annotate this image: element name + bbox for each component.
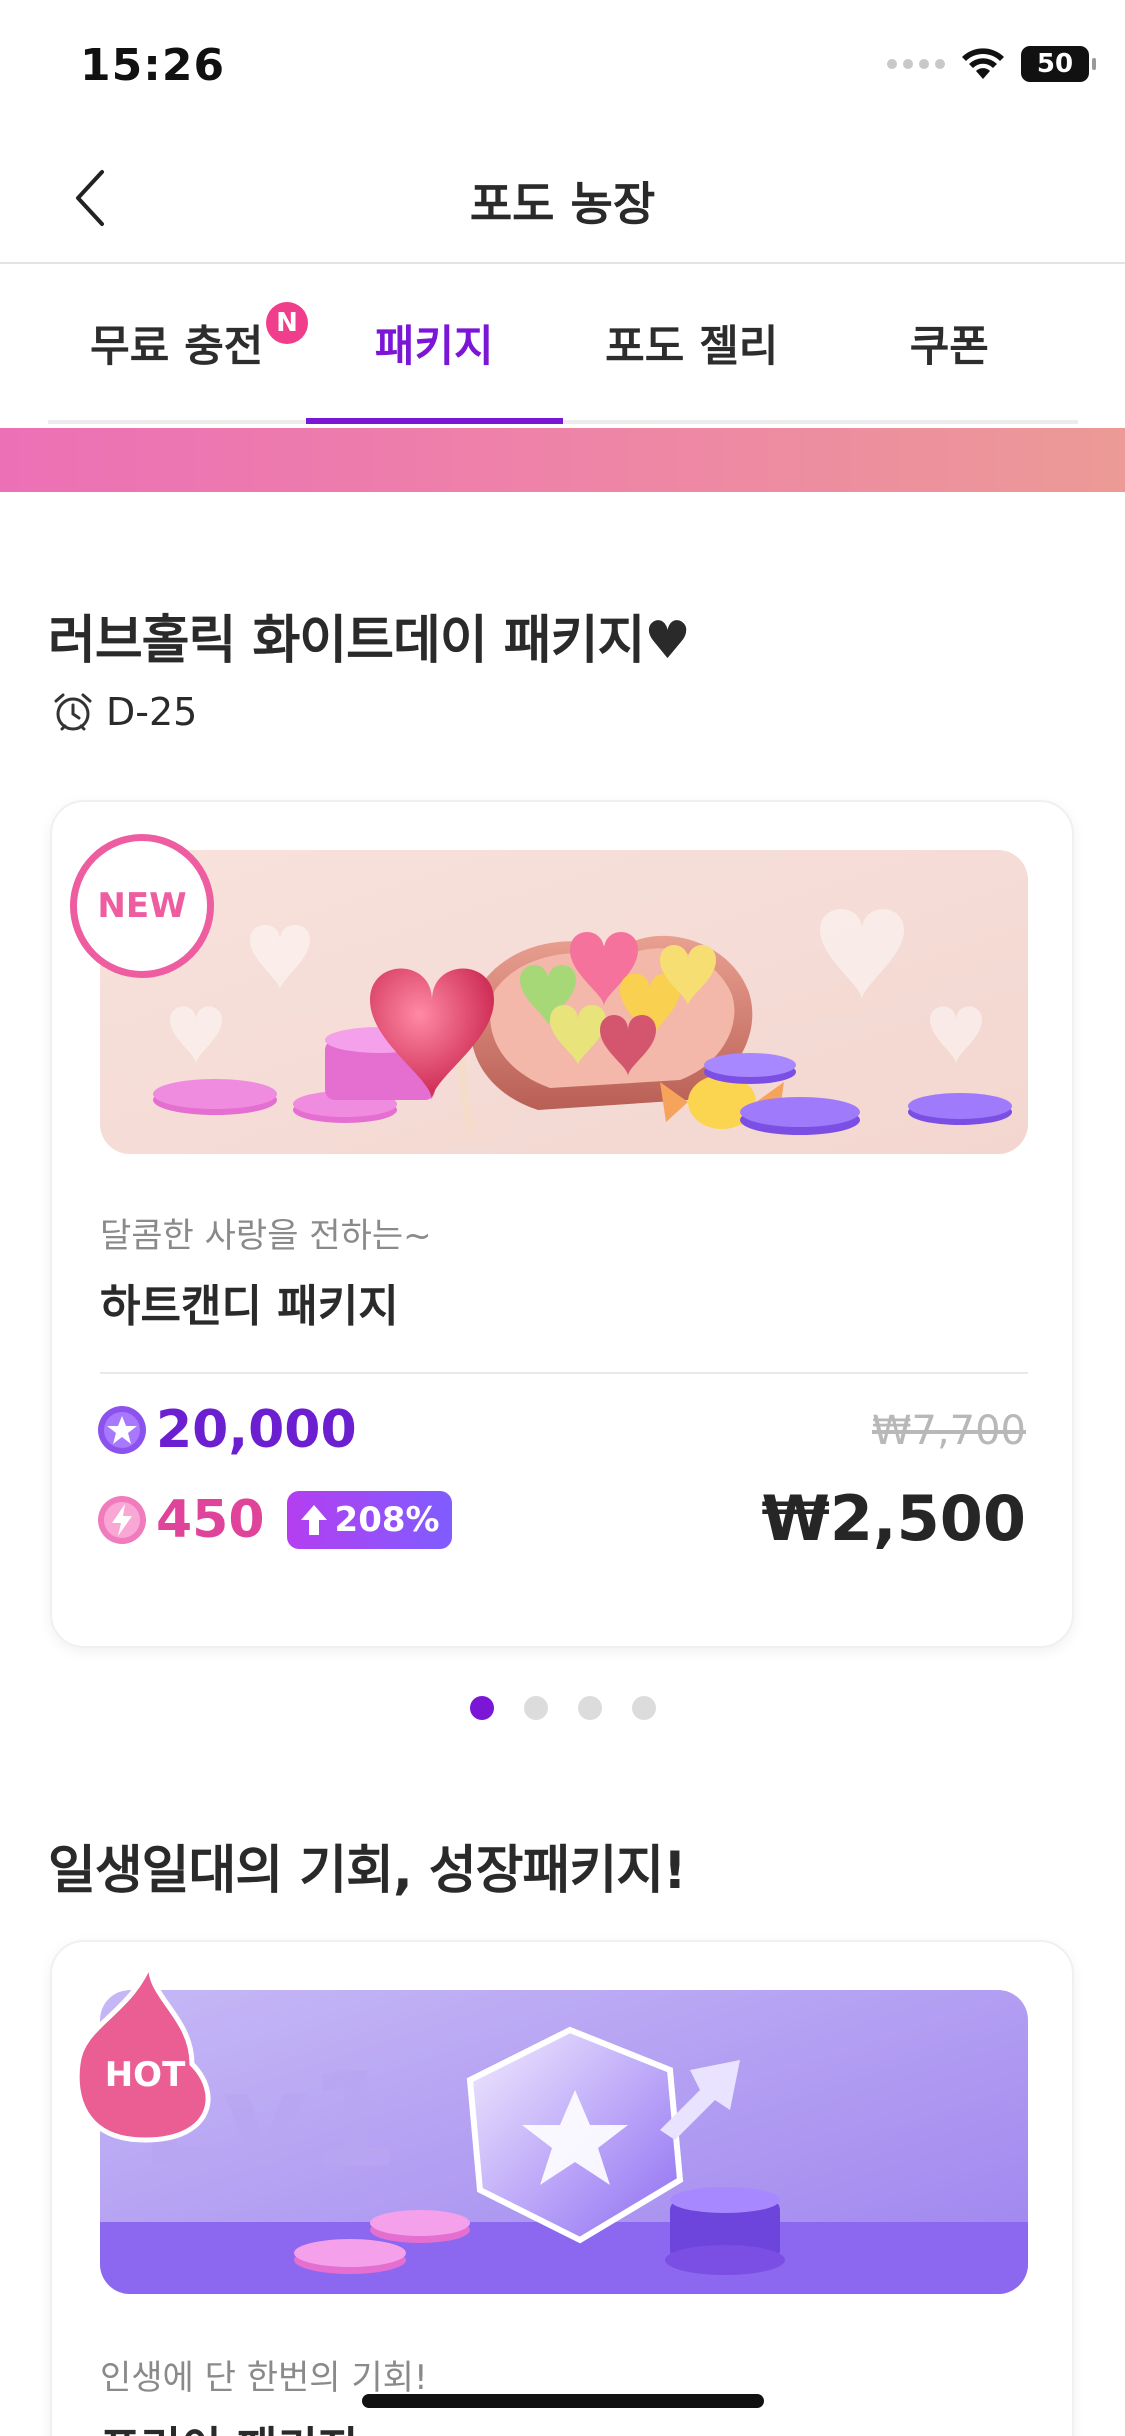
carousel-dot[interactable] — [523, 1696, 548, 1720]
carousel-dot[interactable] — [631, 1696, 656, 1720]
status-icons: 50 — [887, 46, 1096, 82]
countdown-label: D-25 — [106, 690, 198, 734]
carousel-dot[interactable] — [577, 1696, 602, 1720]
grape-amount: 20,000 — [156, 1400, 357, 1460]
section-title: 러브홀릭 화이트데이 패키지♥ — [48, 611, 691, 671]
new-badge: NEW — [70, 834, 214, 978]
package-name: 하트캔디 패키지 — [100, 1281, 399, 1332]
battery-icon: 50 — [1021, 46, 1096, 82]
package-subtitle: 달콤한 사랑을 전하는~ — [100, 1216, 432, 1256]
tab-grape-jelly[interactable]: 포도 젤리 — [563, 266, 821, 420]
nav-bar: 포도 농장 — [0, 132, 1125, 264]
bonus-bolt-coin-icon — [98, 1496, 146, 1544]
divider — [100, 1372, 1028, 1374]
countdown-timer: D-25 — [52, 690, 197, 734]
cellular-signal-icon — [887, 59, 945, 69]
bonus-percent-badge: 208% — [286, 1491, 452, 1549]
sale-price[interactable]: ₩2,500 — [762, 1482, 1027, 1555]
tab-label: 쿠폰 — [909, 322, 989, 372]
package-card-heart-candy[interactable]: NEW 달콤한 사랑을 전하는~ 하트캔디 패키지 20,000 ₩7,700 … — [50, 800, 1074, 1648]
carousel-indicator — [0, 1696, 1125, 1720]
grape-star-coin-icon — [98, 1406, 146, 1454]
package-card-growth[interactable]: Lv1 HOT 인생에 단 한번의 기회! 프리이 패키지 — [50, 1940, 1074, 2436]
new-badge: N — [266, 302, 308, 344]
arrow-up-icon — [300, 1505, 327, 1535]
tab-label: 패키지 — [374, 322, 494, 372]
promo-banner-strip[interactable] — [0, 428, 1125, 492]
status-bar: 15:26 50 — [0, 0, 1125, 132]
grape-amount-row: 20,000 — [96, 1400, 357, 1460]
section-title: 일생일대의 기회, 성장패키지! — [48, 1841, 687, 1901]
tab-label: 무료 충전 — [90, 322, 264, 372]
status-time: 15:26 — [80, 40, 226, 91]
hot-flame-badge: HOT — [74, 1957, 211, 2143]
original-price: ₩7,700 — [871, 1408, 1026, 1454]
bonus-amount: 450 — [156, 1490, 265, 1550]
package-subtitle: 인생에 단 한번의 기회! — [100, 2358, 428, 2398]
package-name: 프리이 패키지 — [100, 2412, 358, 2436]
package-banner-image — [100, 850, 1028, 1154]
package-banner-image: Lv1 — [100, 1990, 1028, 2294]
page-title: 포도 농장 — [469, 177, 656, 231]
bonus-percent: 208% — [334, 1500, 440, 1540]
tab-free-charge[interactable]: 무료 충전 N — [48, 266, 308, 420]
tab-coupon[interactable]: 쿠폰 — [821, 266, 1079, 420]
tab-package[interactable]: 패키지 — [305, 266, 564, 424]
svg-text:HOT: HOT — [105, 2055, 186, 2095]
alarm-clock-icon — [54, 693, 92, 731]
carousel-dot[interactable] — [469, 1696, 494, 1720]
wifi-icon — [962, 48, 1004, 79]
home-indicator — [362, 2394, 764, 2408]
bonus-amount-row: 450 208% — [96, 1490, 452, 1550]
tab-bar: 무료 충전 N 패키지 포도 젤리 쿠폰 — [48, 266, 1078, 424]
tab-label: 포도 젤리 — [605, 322, 779, 372]
